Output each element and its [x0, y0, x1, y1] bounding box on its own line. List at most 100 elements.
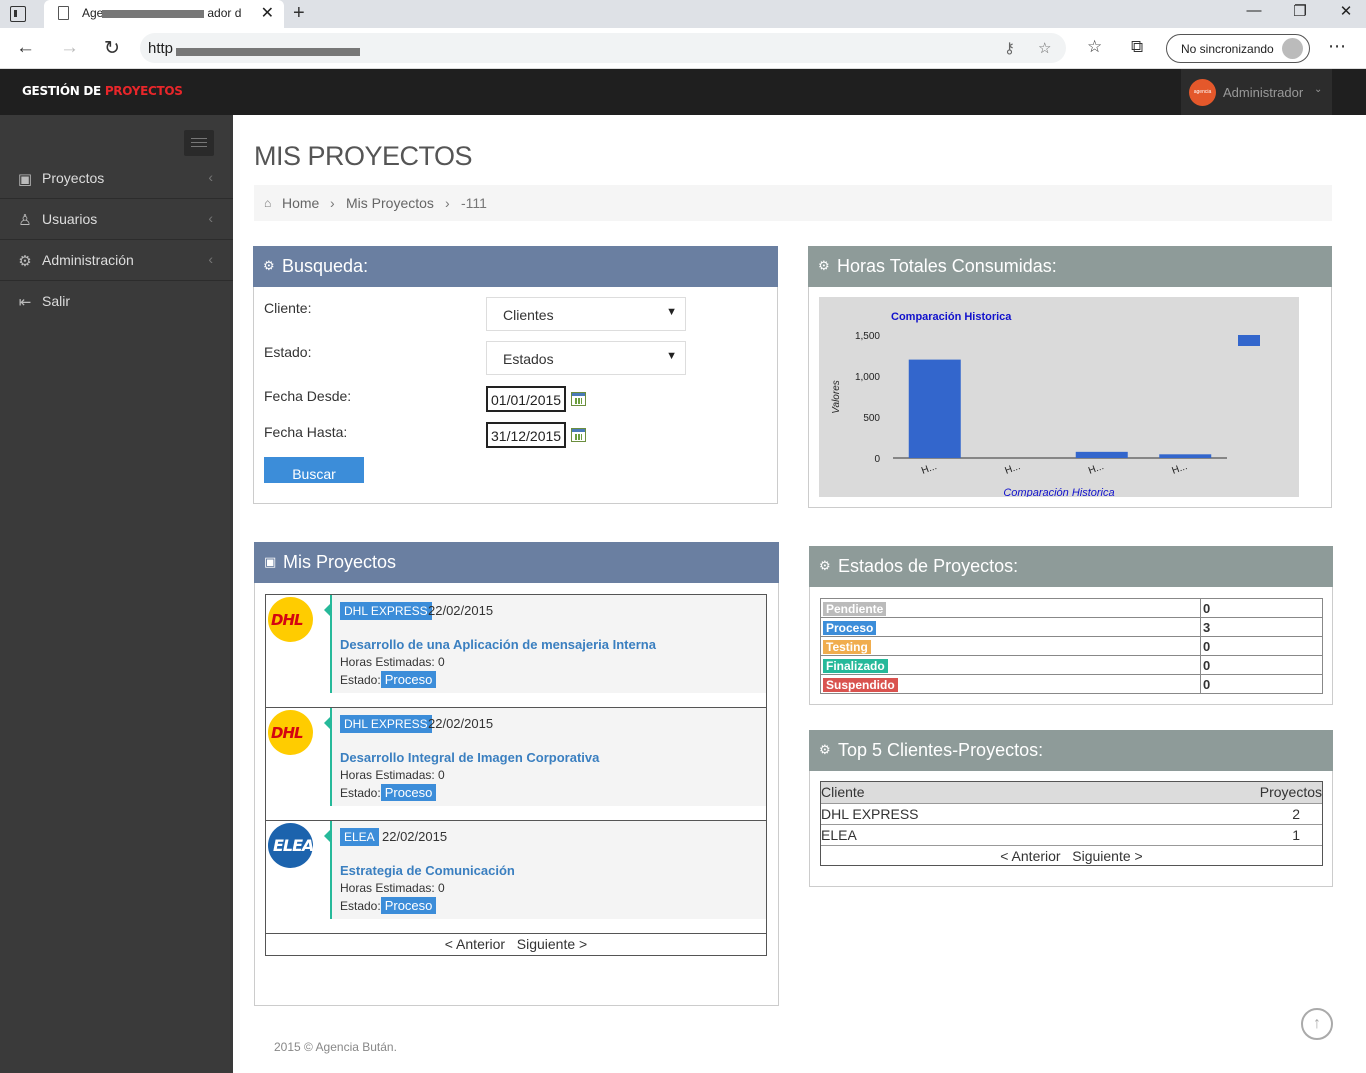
status-count: 0 [1200, 636, 1323, 656]
favorite-add-icon[interactable]: ☆ [1038, 39, 1051, 57]
col-header-cliente: Cliente [821, 782, 1127, 804]
status-label: Suspendido [823, 677, 898, 692]
projects-panel-header: ▣ Mis Proyectos [254, 542, 779, 583]
breadcrumb-separator: › [445, 195, 450, 211]
estado-label: Estado: [264, 344, 312, 360]
project-hours: Horas Estimadas: 0 [340, 881, 445, 895]
buscar-button[interactable]: Buscar [264, 457, 364, 483]
y-tick-label: 0 [874, 454, 880, 465]
breadcrumb-separator: › [330, 195, 335, 211]
client-logo: DHL [268, 597, 313, 642]
scroll-to-top-button[interactable]: ↑ [1301, 1008, 1333, 1040]
state-badge: Proceso [380, 897, 437, 914]
top5-table-wrap: Cliente Proyectos DHL EXPRESS 2 ELEA 1 <… [820, 781, 1323, 866]
forward-icon[interactable]: → [60, 37, 79, 59]
tab-actions-icon[interactable] [10, 6, 26, 22]
client-badge: DHL EXPRESS [340, 715, 432, 733]
breadcrumb-home[interactable]: Home [282, 195, 319, 211]
prev-page-link[interactable]: < Anterior [445, 936, 505, 952]
browser-tab[interactable]: Age ador d ✕ [44, 0, 284, 28]
chevron-left-icon: ‹ [208, 210, 213, 226]
cliente-label: Cliente: [264, 300, 312, 316]
footer-text: 2015 © Agencia Bután. [274, 1040, 397, 1054]
redacted-bar [176, 48, 360, 56]
hours-panel: ⚙ Horas Totales Consumidas: Comparación … [808, 246, 1332, 508]
briefcase-icon: ▣ [17, 171, 33, 188]
panel-title: Estados de Proyectos: [838, 556, 1019, 576]
panel-title: Mis Proyectos [283, 552, 397, 572]
breadcrumb-current: -111 [461, 195, 487, 211]
fecha-hasta-input[interactable]: 31/12/2015 [486, 422, 566, 448]
status-panel-header: ⚙ Estados de Proyectos: [809, 546, 1333, 587]
panel-title: Busqueda: [282, 256, 369, 276]
sidebar-item-administracion[interactable]: ⚙ Administración ‹ [0, 240, 233, 281]
top5-panel: ⚙ Top 5 Clientes-Proyectos: Cliente Proy… [809, 730, 1333, 887]
next-page-link[interactable]: Siguiente > [1072, 848, 1142, 864]
x-tick-label: H... [920, 461, 938, 477]
new-tab-icon[interactable]: + [293, 2, 305, 25]
table-row: Testing 0 [820, 636, 1323, 656]
x-tick-label: H... [1171, 461, 1189, 477]
project-item: ELEA ELEA 22/02/2015 Estrategia de Comun… [266, 821, 766, 934]
chart-bar [1075, 451, 1128, 458]
status-panel: ⚙ Estados de Proyectos: Pendiente 0 Proce… [809, 546, 1333, 705]
chevron-down-icon: ▼ [666, 306, 677, 318]
table-row: DHL EXPRESS 2 [821, 803, 1322, 825]
breadcrumb-mis-proyectos[interactable]: Mis Proyectos [346, 195, 434, 211]
calendar-icon[interactable] [571, 428, 586, 442]
favorites-icon[interactable]: ☆ [1087, 37, 1102, 57]
project-title-link[interactable]: Desarrollo de una Aplicación de mensajer… [340, 637, 656, 652]
top5-table: Cliente Proyectos DHL EXPRESS 2 ELEA 1 <… [821, 782, 1322, 866]
sidebar-item-label: Proyectos [42, 170, 105, 186]
state-badge: Proceso [380, 671, 437, 688]
menu-toggle-button[interactable] [184, 130, 214, 156]
sign-out-icon: ⇤ [18, 294, 32, 311]
more-options-icon[interactable]: ⋯ [1328, 36, 1346, 57]
sidebar-item-label: Usuarios [42, 211, 98, 227]
user-menu[interactable]: agencia bután Administrador ⌄ [1181, 69, 1332, 122]
estado-select[interactable]: Estados ▼ [486, 341, 686, 375]
breadcrumb: ⌂ Home › Mis Proyectos › -111 [254, 185, 1332, 221]
sidebar-item-usuarios[interactable]: ♙ Usuarios ‹ [0, 199, 233, 240]
project-state: Estado: Proceso [340, 671, 437, 688]
cliente-select[interactable]: Clientes ▼ [486, 297, 686, 331]
close-window-icon[interactable]: ✕ [1338, 2, 1354, 20]
next-page-link[interactable]: Siguiente > [517, 936, 587, 952]
prev-page-link[interactable]: < Anterior [1000, 848, 1060, 864]
restore-icon[interactable]: ❐ [1292, 2, 1308, 20]
close-tab-icon[interactable]: ✕ [261, 3, 274, 23]
url-text: http [148, 40, 174, 57]
calendar-icon[interactable] [571, 392, 586, 406]
minimize-icon[interactable]: — [1246, 2, 1262, 20]
panel-title: Top 5 Clientes-Proyectos: [838, 740, 1044, 760]
gear-icon: ⚙ [18, 253, 32, 270]
back-icon[interactable]: ← [16, 37, 35, 59]
status-label: Pendiente [823, 601, 887, 616]
fecha-desde-input[interactable]: 01/01/2015 [486, 386, 566, 412]
x-axis-label: Comparación Historica [1003, 487, 1114, 497]
project-title-link[interactable]: Estrategia de Comunicación [340, 863, 515, 878]
project-card: DHL EXPRESS 22/02/2015 Desarrollo de una… [324, 595, 766, 693]
status-count: 0 [1200, 655, 1323, 675]
project-title-link[interactable]: Desarrollo Integral de Imagen Corporativ… [340, 750, 599, 765]
address-bar[interactable]: http ⚷ ☆ [140, 33, 1066, 63]
key-icon[interactable]: ⚷ [1004, 39, 1015, 57]
fecha-hasta-label: Fecha Hasta: [264, 424, 348, 440]
user-name: Administrador [1223, 85, 1304, 100]
collections-icon[interactable]: ⧉ [1131, 37, 1143, 57]
chart-title: Comparación Historica [891, 311, 1012, 323]
y-tick-label: 1,000 [855, 372, 880, 383]
table-row: Proceso 3 [820, 617, 1323, 637]
project-state: Estado: Proceso [340, 784, 437, 801]
status-table: Pendiente 0 Proceso 3 Testing 0 Finalizado 0… [820, 598, 1323, 694]
reload-icon[interactable]: ↻ [104, 37, 120, 60]
app-logo[interactable]: GESTIÓN DE PROYECTOS [22, 84, 183, 98]
sidebar-item-salir[interactable]: ⇤ Salir [0, 281, 233, 322]
search-panel: ⚙ Busqueda: Cliente: Clientes ▼ Estado: … [253, 246, 778, 504]
status-count: 3 [1200, 617, 1323, 637]
sidebar-item-proyectos[interactable]: ▣ Proyectos ‹ [0, 158, 233, 199]
hours-chart-svg: Comparación Historica 0 500 1,000 1,500 Valor… [831, 311, 1260, 497]
window-controls: — ❐ ✕ [1246, 2, 1354, 20]
briefcase-icon: ▣ [264, 554, 277, 569]
profile-sync-button[interactable]: No sincronizando [1166, 34, 1310, 63]
